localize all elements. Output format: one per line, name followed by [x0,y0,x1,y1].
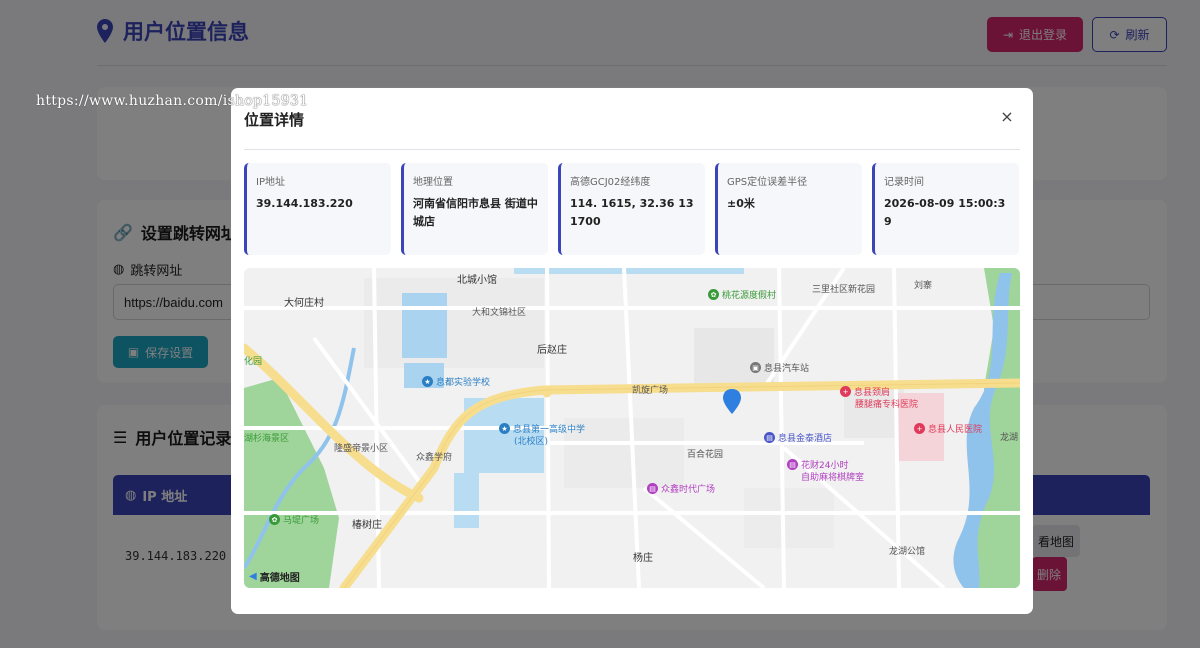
amap-logo-icon: ◀ [249,571,257,582]
poi-marker-icon: ▤ [787,459,798,470]
map-label: 北城小馆 [457,275,497,286]
map-poi: ▣ 息县汽车站 [750,361,809,374]
map-label: 椿树庄 [352,520,382,531]
map-poi-label: 息都实验学校 [436,378,491,388]
location-detail-modal: 位置详情 × IP地址 39.144.183.220 地理位置 河南省信阳市息县… [231,88,1033,614]
poi-marker-icon: + [840,386,851,397]
info-label: 高德GCJ02经纬度 [570,177,651,188]
map-poi: ▤ 众鑫时代广场 [647,482,715,495]
map-poi-label: 息县汽车站 [764,364,810,374]
info-value: 114. 1615, 32.36 131700 [570,197,694,228]
poi-marker-icon: ✿ [269,514,280,525]
poi-marker-icon: ▤ [764,432,775,443]
poi-marker-icon: ▤ [647,483,658,494]
map-label: (北校区) [514,437,549,447]
info-label: IP地址 [256,177,285,188]
info-card-time: 记录时间 2026-08-09 15:00:39 [872,163,1019,255]
map-poi: ★ 息都实验学校 [422,375,490,388]
modal-divider [244,149,1020,150]
info-value: 39.144.183.220 [256,197,353,210]
info-value: 2026-08-09 15:00:39 [884,197,1006,228]
map-poi-label: 息县人民医院 [928,425,983,435]
map-label: 大和文锦社区 [472,308,527,318]
map-poi-label: 桃花源度假村 [722,291,777,301]
poi-marker-icon: ★ [422,376,433,387]
map-label: 三里社区新花园 [812,285,876,295]
map-label: 杨庄 [633,553,653,564]
info-card-location: 地理位置 河南省信阳市息县 街道中 城店 [401,163,548,255]
map-label: 刘寨 [914,281,933,291]
map-label: 湖杉海景区 [244,434,290,444]
map-label: 众鑫学府 [416,453,453,463]
map-poi-label: 马堤广场 [283,516,320,526]
map-poi: ▤ 息县金泰酒店 [764,431,832,444]
map-poi: ✿ 马堤广场 [269,513,319,526]
poi-marker-icon: ★ [499,423,510,434]
map-label: 化园 [244,357,263,367]
info-label: GPS定位误差半径 [727,177,808,188]
map-poi-label: 息县金泰酒店 [778,434,833,444]
watermark-text: https://www.huzhan.com/ishop15931 [36,93,309,109]
poi-marker-icon: ✿ [708,289,719,300]
map-poi: + 息县人民医院 [914,422,982,435]
modal-title: 位置详情 [244,111,305,129]
map-canvas [244,268,1020,588]
map-label: 大何庄村 [284,298,324,309]
map-label: 龙湖公馆 [889,547,926,557]
info-card-coordinates: 高德GCJ02经纬度 114. 1615, 32.36 131700 [558,163,705,255]
info-value: ±0米 [727,197,755,210]
info-label: 地理位置 [413,177,453,188]
map-view[interactable]: 北城小馆 大何庄村 大和文锦社区 ✿ 桃花源度假村 三里社区新花园 刘寨 后赵庄 … [244,268,1020,588]
map-label: 隆盛帝景小区 [334,444,389,454]
info-label: 记录时间 [884,177,924,188]
close-icon[interactable]: × [999,107,1015,127]
info-card-ip: IP地址 39.144.183.220 [244,163,391,255]
map-provider-text: 高德地图 [259,573,300,584]
map-poi-label: 众鑫时代广场 [661,485,716,495]
map-label: 凯旋广场 [632,386,669,396]
map-label: 后赵庄 [537,345,567,356]
info-value: 河南省信阳市息县 街道中 城店 [413,197,538,228]
map-label: 龙湖 [1000,433,1019,443]
poi-marker-icon: ▣ [750,362,761,373]
map-poi: ✿ 桃花源度假村 [708,288,776,301]
map-label: 腰腿痛专科医院 [855,400,919,410]
poi-marker-icon: + [914,423,925,434]
map-provider-logo: ◀ 高德地图 [249,569,300,584]
map-label: 百合花园 [687,450,724,460]
map-label: 自助麻将棋牌室 [801,473,865,483]
info-card-accuracy: GPS定位误差半径 ±0米 [715,163,862,255]
